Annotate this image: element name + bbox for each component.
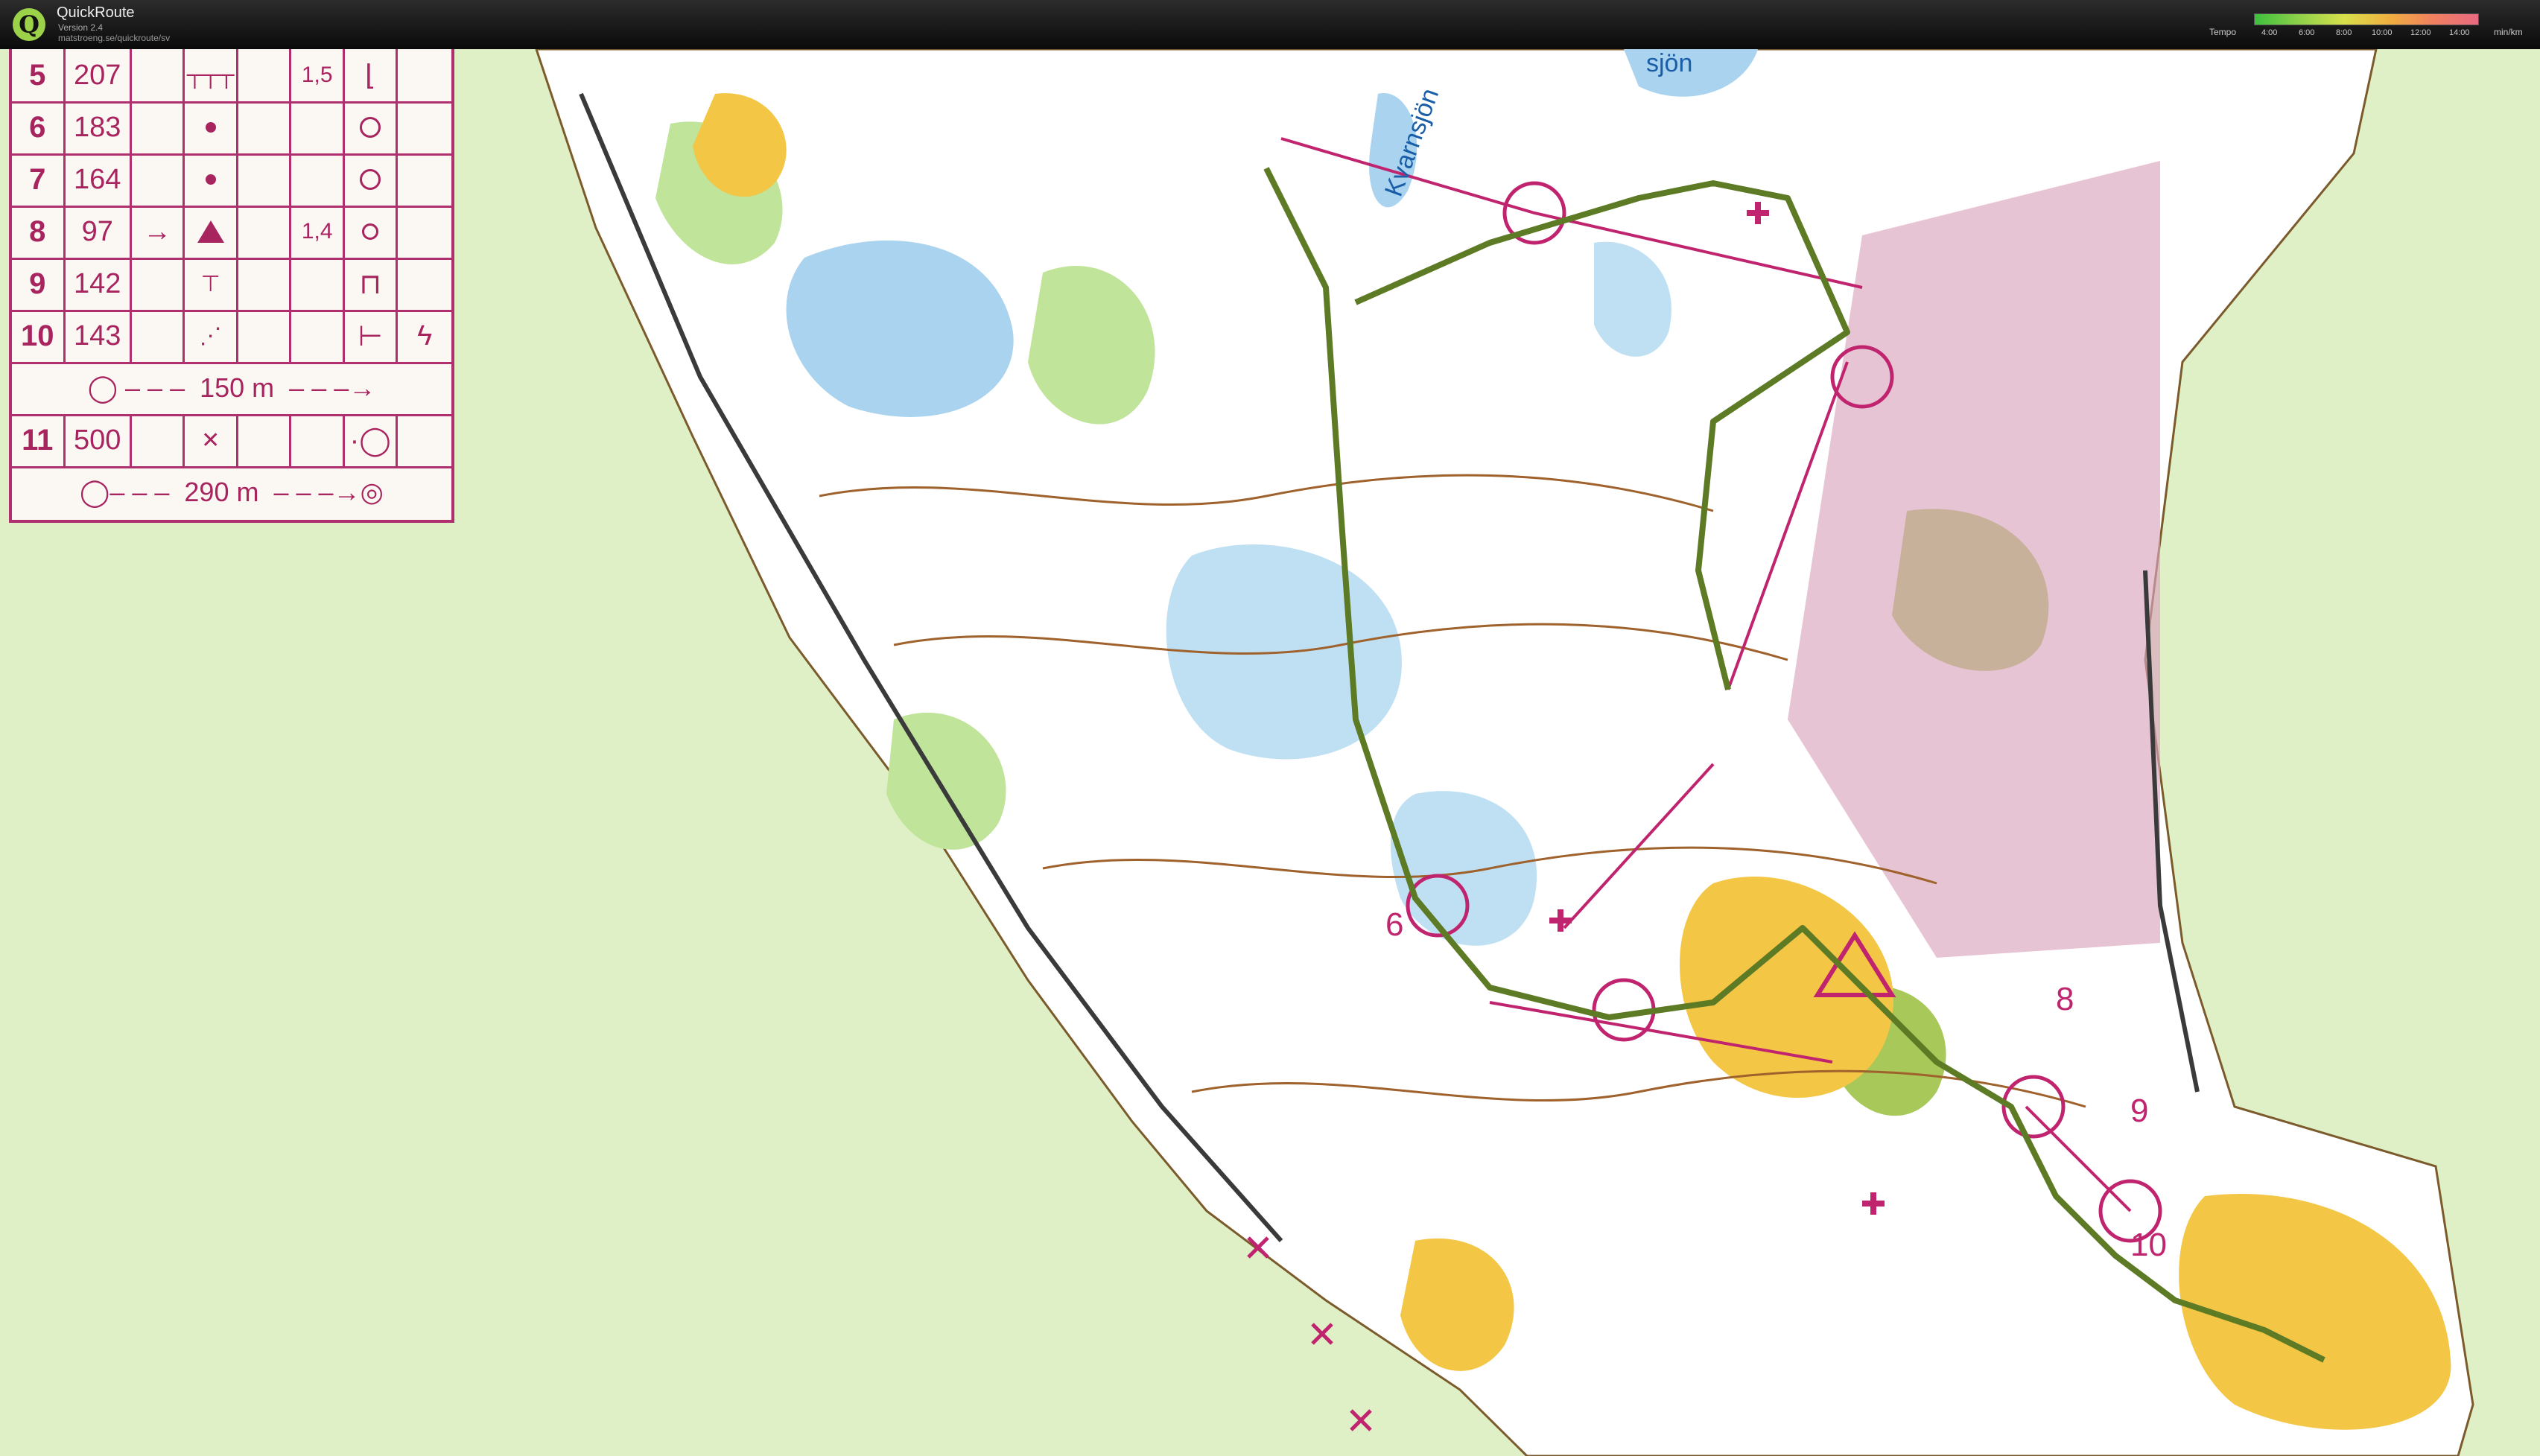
tempo-label: Tempo [2209, 27, 2237, 37]
tempo-unit: min/km [2494, 27, 2523, 37]
leg-distance: 290 m [184, 477, 259, 507]
control-code: 97 [66, 206, 132, 258]
app-version: Version 2.4 [58, 22, 104, 33]
control-number: 5 [12, 49, 66, 101]
finish-icon: – – –→◎ [258, 477, 384, 507]
arrow-icon: – – –→ [274, 372, 376, 403]
lake-label: sjön [1646, 49, 1692, 77]
svg-text:Q: Q [19, 10, 39, 39]
foot-icon: ⌊ [345, 49, 399, 101]
tempo-color-scale[interactable] [2254, 13, 2479, 25]
tempo-tick: 4:00 [2261, 28, 2278, 37]
control-code: 207 [66, 49, 132, 101]
marked-route-icon: ◯ – – – [87, 372, 200, 403]
control-number: 10 [2130, 1227, 2167, 1263]
marked-route-icon: ◯– – – [80, 477, 185, 507]
control-row: 8 97 → 1,4 [12, 206, 451, 260]
bottom-icon [345, 153, 399, 206]
control-number: 6 [12, 101, 66, 153]
tempo-tick: 12:00 [2410, 28, 2431, 37]
control-row: 6 183 [12, 101, 451, 156]
rock-pillar-icon [185, 206, 238, 258]
control-code: 183 [66, 101, 132, 153]
control-row: 7 164 [12, 153, 451, 208]
app-url[interactable]: matstroeng.se/quickroute/sv [58, 33, 170, 43]
control-dimension: 1,5 [291, 49, 345, 101]
control-number: 9 [2130, 1093, 2148, 1129]
control-row: 5 207 ┬┬┬ 1,5 ⌊ [12, 49, 451, 104]
quickroute-logo-icon: Q [13, 8, 45, 41]
path-junction-icon: ⊤ [185, 258, 238, 310]
control-row: 10 143 ⋰ ⊢ ϟ [12, 310, 451, 364]
boulder-icon [185, 101, 238, 153]
top-icon [345, 101, 399, 153]
direction-arrow-icon: → [132, 206, 185, 258]
ditch-icon: ⋰ [185, 310, 238, 362]
control-number: 8 [12, 206, 66, 258]
crossing-icon: ϟ [417, 320, 433, 352]
fence-icon: ┬┬┬ [185, 49, 238, 101]
control-row: 9 142 ⊤ ⊓ [12, 258, 451, 312]
boulder-icon [185, 153, 238, 206]
leg-distance: 150 m [200, 372, 275, 403]
control-number: 11 [12, 414, 66, 466]
control-number: 7 [12, 153, 66, 206]
app-title: QuickRoute [57, 4, 135, 21]
control-dimension: 1,4 [291, 206, 345, 258]
leg-row: ◯– – – 290 m – – –→◎ [12, 466, 451, 518]
side-icon [345, 206, 399, 258]
control-code: 164 [66, 153, 132, 206]
beside-icon: ⊓ [345, 258, 399, 310]
control-number: 8 [2056, 981, 2074, 1017]
end-icon: ⊢ [345, 310, 399, 362]
control-description-sheet: 5 207 ┬┬┬ 1,5 ⌊ 6 183 7 164 8 97 → 1,4 9… [9, 49, 454, 523]
special-feature-icon: ✕ [185, 414, 238, 466]
control-number: 9 [12, 258, 66, 310]
tempo-tick: 14:00 [2449, 28, 2470, 37]
side-icon: ·◯ [345, 414, 399, 466]
control-code: 143 [66, 310, 132, 362]
control-row: 11 500 ✕ ·◯ [12, 414, 451, 468]
control-code: 500 [66, 414, 132, 466]
control-number: 6 [1385, 906, 1403, 943]
tempo-tick: 6:00 [2299, 28, 2315, 37]
tempo-tick: 10:00 [2372, 28, 2393, 37]
tempo-tick: 8:00 [2336, 28, 2352, 37]
title-bar: Q QuickRoute Version 2.4 matstroeng.se/q… [0, 0, 2540, 51]
control-code: 142 [66, 258, 132, 310]
leg-row: ◯ – – – 150 m – – –→ [12, 362, 451, 416]
control-number: 10 [12, 310, 66, 362]
